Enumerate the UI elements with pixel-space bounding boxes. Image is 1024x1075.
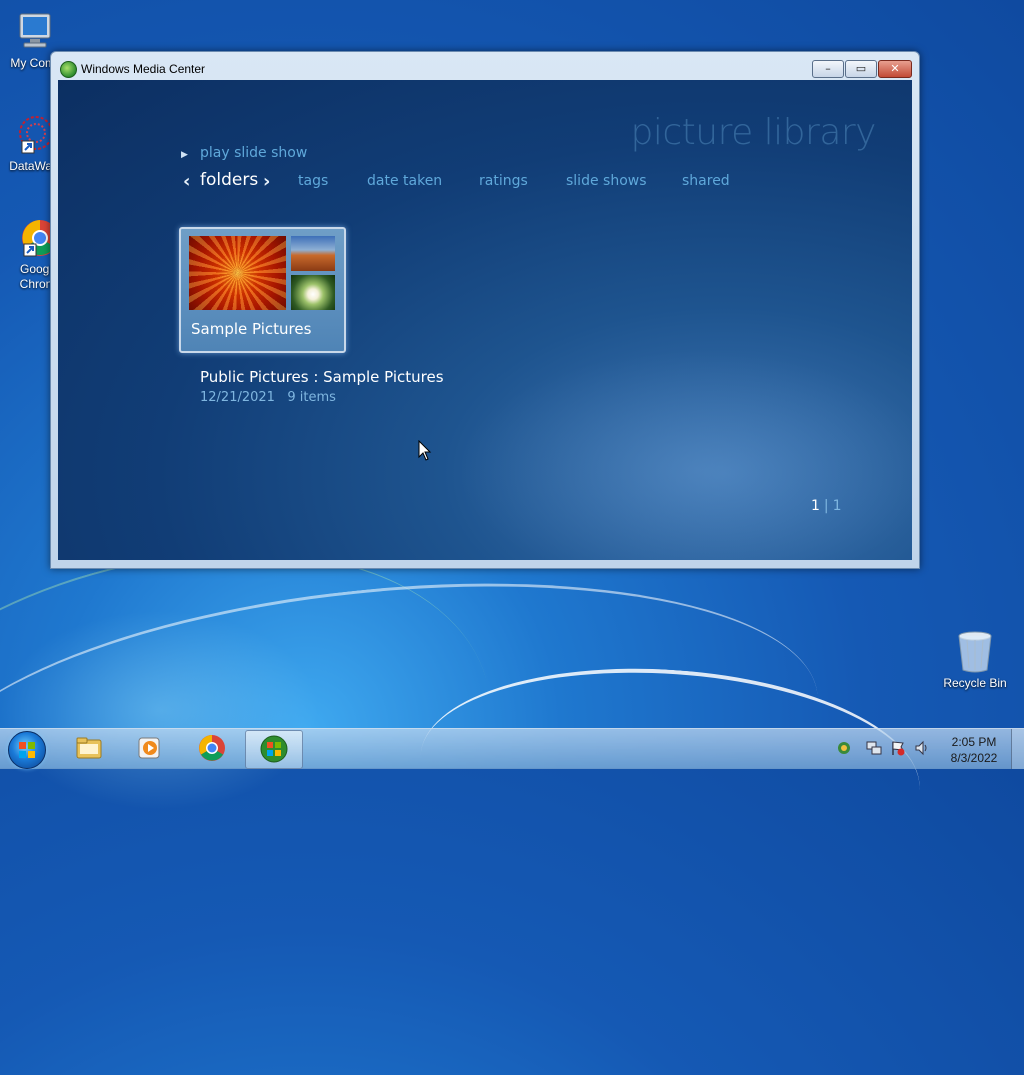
start-button[interactable]: [8, 731, 46, 769]
maximize-button[interactable]: ▭: [845, 60, 877, 78]
tab-shared[interactable]: shared: [682, 173, 730, 189]
network-icon[interactable]: [866, 740, 882, 756]
media-center-icon: [260, 735, 288, 763]
taskbar-media-center-button[interactable]: [245, 730, 303, 769]
desktop-icon-recycle-bin[interactable]: Recycle Bin: [937, 630, 1013, 691]
page-title: picture library: [630, 112, 876, 153]
pager: 1 | 1: [811, 498, 842, 514]
play-slide-show-button[interactable]: play slide show: [200, 145, 307, 161]
mouse-cursor-icon: [418, 440, 432, 461]
chevron-left-icon[interactable]: ‹: [183, 171, 190, 192]
taskbar-explorer-button[interactable]: [61, 730, 117, 767]
thumbnail-flower: [291, 275, 335, 310]
folder-tile-sample-pictures[interactable]: Sample Pictures: [179, 227, 346, 353]
play-icon: ▶: [181, 150, 188, 160]
flag-icon[interactable]: [890, 740, 906, 756]
tab-tags[interactable]: tags: [298, 173, 328, 189]
page-separator: |: [823, 498, 829, 514]
media-center-content: picture library ▶ play slide show ‹ fold…: [58, 80, 912, 560]
minimize-button[interactable]: –: [812, 60, 844, 78]
media-center-icon: [60, 61, 77, 78]
taskbar: 2:05 PM 8/3/2022: [0, 728, 1024, 769]
thumbnail-desert: [291, 236, 335, 271]
clock-time: 2:05 PM: [951, 735, 997, 749]
chrome-icon: [199, 735, 225, 761]
maximize-icon: ▭: [855, 62, 867, 75]
folder-path: Public Pictures : Sample Pictures: [200, 368, 444, 386]
tab-ratings[interactable]: ratings: [479, 173, 528, 189]
action-center-icon[interactable]: [836, 740, 852, 756]
folder-date: 12/21/2021: [200, 390, 275, 405]
folder-tile-label: Sample Pictures: [191, 320, 312, 338]
tab-slide-shows[interactable]: slide shows: [566, 173, 647, 189]
minimize-icon: –: [825, 62, 831, 75]
folder-item-count: 9 items: [287, 390, 336, 405]
show-desktop-button[interactable]: [1011, 729, 1024, 769]
recycle-bin-icon: [953, 630, 997, 674]
computer-icon: [14, 10, 58, 54]
close-button[interactable]: ✕: [878, 60, 912, 78]
folder-icon: [76, 737, 102, 759]
media-player-icon: [138, 737, 160, 759]
system-clock[interactable]: 2:05 PM 8/3/2022: [938, 734, 1010, 766]
page-total: 1: [832, 498, 842, 514]
clock-date: 8/3/2022: [950, 751, 998, 765]
windows-logo-icon: [19, 742, 35, 758]
close-icon: ✕: [890, 62, 900, 75]
taskbar-media-player-button[interactable]: [122, 730, 178, 767]
desktop-icon-label: Recycle Bin: [943, 676, 1007, 690]
window-title: Windows Media Center: [81, 62, 206, 76]
background-glow: [438, 340, 912, 560]
tab-date-taken[interactable]: date taken: [367, 173, 442, 189]
thumbnail-chrysanthemum: [189, 236, 286, 310]
window-titlebar[interactable]: Windows Media Center – ▭ ✕: [51, 52, 919, 82]
volume-icon[interactable]: [914, 740, 930, 756]
page-current: 1: [811, 498, 820, 514]
folder-details: 12/21/2021 9 items: [200, 390, 336, 405]
media-center-window[interactable]: Windows Media Center – ▭ ✕ picture libra…: [50, 51, 920, 569]
taskbar-chrome-button[interactable]: [184, 730, 240, 767]
tab-folders[interactable]: folders: [200, 170, 258, 190]
chevron-right-icon[interactable]: ›: [263, 171, 270, 192]
